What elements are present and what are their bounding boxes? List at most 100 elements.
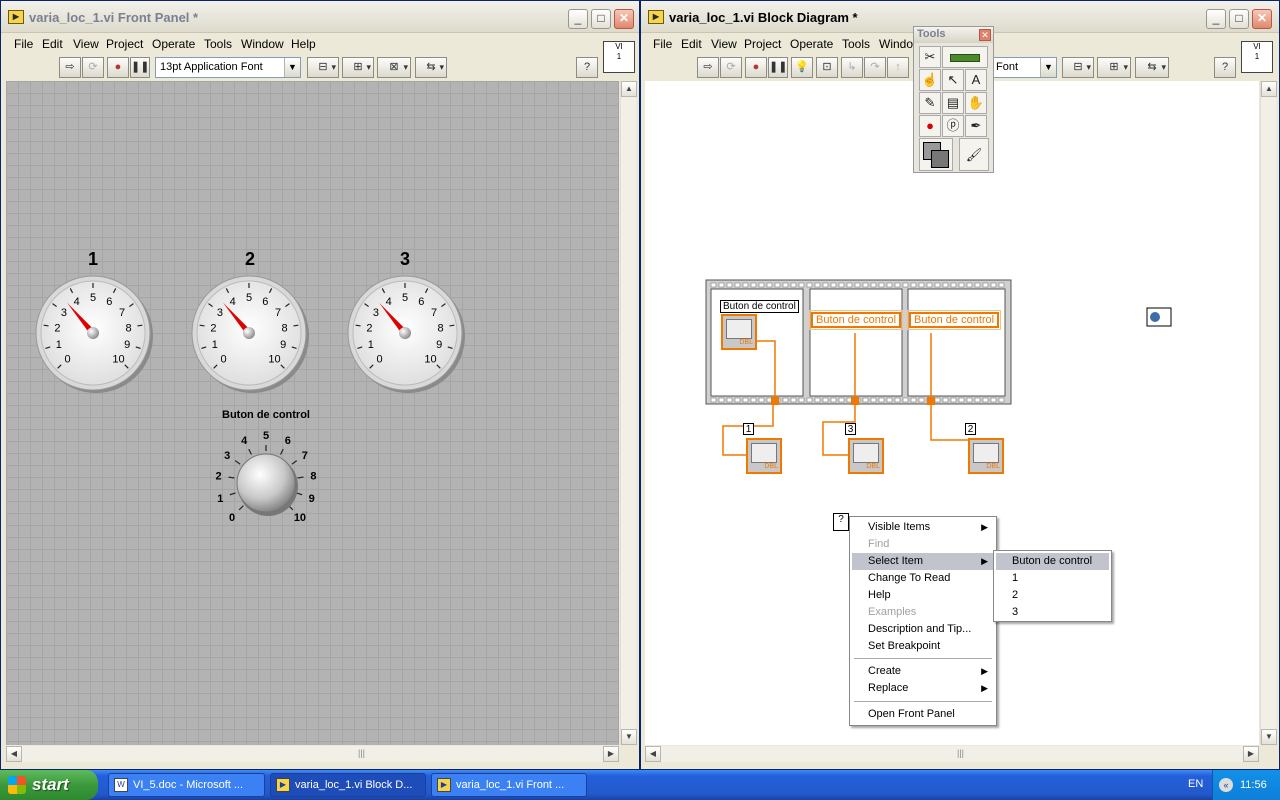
menu-operate[interactable]: Operate [152, 37, 195, 51]
retain-wire-values-icon[interactable]: ⊡ [816, 57, 838, 78]
menu-item-select-item[interactable]: Select Item ▶ [852, 553, 994, 570]
menu-item-help[interactable]: Help [852, 587, 994, 604]
submenu-item-1[interactable]: 1 [996, 570, 1109, 587]
minimize-button[interactable]: _ [1206, 9, 1226, 29]
reorder-icon[interactable]: ⇆ [415, 57, 447, 78]
menu-project[interactable]: Project [744, 37, 781, 51]
task-front-panel[interactable]: ▶ varia_loc_1.vi Front ... [431, 773, 587, 797]
gauge-2-terminal[interactable]: DBL [968, 438, 1004, 474]
scroll-left-icon[interactable]: ◀ [645, 746, 661, 762]
object-shortcut-menu-icon[interactable]: ▤ [942, 92, 964, 114]
scroll-down-icon[interactable]: ▼ [621, 729, 637, 745]
pause-icon[interactable]: ❚❚ [130, 57, 150, 78]
position-select-icon[interactable]: ↖ [942, 69, 964, 91]
connect-wire-icon[interactable]: ✎ [919, 92, 941, 114]
block-diagram-hscroll[interactable]: ◀ ||| ▶ [645, 746, 1259, 762]
scroll-left-icon[interactable]: ◀ [6, 746, 22, 762]
run-continuous-icon[interactable]: ⟳ [720, 57, 742, 78]
start-button[interactable]: start [0, 770, 98, 800]
menu-tools[interactable]: Tools [842, 37, 870, 51]
close-button[interactable]: ✕ [1252, 9, 1272, 29]
step-over-icon[interactable]: ↷ [864, 57, 886, 78]
gauge-3[interactable]: 01 234 5 678 910 [347, 275, 465, 393]
menu-view[interactable]: View [73, 37, 99, 51]
help-icon[interactable]: ? [1214, 57, 1236, 78]
tools-close-icon[interactable]: ✕ [979, 29, 991, 41]
auto-select-indicator-icon[interactable] [942, 46, 988, 68]
menu-project[interactable]: Project [106, 37, 143, 51]
menu-edit[interactable]: Edit [42, 37, 63, 51]
minimize-button[interactable]: _ [568, 9, 588, 29]
tray-app-icon[interactable]: « [1219, 778, 1233, 792]
distribute-objects-icon[interactable]: ⊞ [1097, 57, 1131, 78]
align-objects-icon[interactable]: ⊟ [307, 57, 339, 78]
gauge-3-terminal[interactable]: DBL [848, 438, 884, 474]
distribute-objects-icon[interactable]: ⊞ [342, 57, 374, 78]
scroll-right-icon[interactable]: ▶ [1243, 746, 1259, 762]
get-color-icon[interactable]: ✒ [965, 115, 987, 137]
color-swatch-icon[interactable] [919, 138, 953, 171]
menu-file[interactable]: File [653, 37, 672, 51]
menu-item-set-breakpoint[interactable]: Set Breakpoint [852, 638, 994, 655]
menu-item-create[interactable]: Create ▶ [852, 663, 994, 680]
unknown-node[interactable]: ? [833, 513, 849, 531]
run-continuous-icon[interactable]: ⟳ [82, 57, 104, 78]
maximize-button[interactable]: □ [591, 9, 611, 29]
menu-item-open-front-panel[interactable]: Open Front Panel [852, 706, 994, 723]
frame2-local-variable[interactable]: Buton de control [808, 310, 904, 330]
menu-help[interactable]: Help [291, 37, 316, 51]
probe-icon[interactable]: ⓟ [942, 115, 964, 137]
scroll-window-icon[interactable]: ✋ [965, 92, 987, 114]
help-icon[interactable]: ? [576, 57, 598, 78]
vi-connector-icon[interactable]: VI 1 [1241, 41, 1273, 73]
block-diagram-vscroll[interactable]: ▲ ▼ [1260, 81, 1277, 745]
scroll-up-icon[interactable]: ▲ [1261, 81, 1277, 97]
operate-value-icon[interactable]: ☝ [919, 69, 941, 91]
language-indicator[interactable]: EN [1188, 778, 1203, 790]
front-panel-hscroll[interactable]: ◀ ||| ▶ [6, 746, 619, 762]
task-block-diagram[interactable]: ▶ varia_loc_1.vi Block D... [270, 773, 426, 797]
menu-item-replace[interactable]: Replace ▶ [852, 680, 994, 697]
menu-window[interactable]: Window [241, 37, 284, 51]
pause-icon[interactable]: ❚❚ [768, 57, 788, 78]
gauge-1[interactable]: 01 234 5 678 910 [35, 275, 153, 393]
reorder-icon[interactable]: ⇆ [1135, 57, 1169, 78]
sequence-frame-2[interactable] [809, 288, 903, 397]
scroll-right-icon[interactable]: ▶ [603, 746, 619, 762]
step-into-icon[interactable]: ↳ [841, 57, 863, 78]
breakpoint-icon[interactable]: ● [919, 115, 941, 137]
menu-item-change-to-read[interactable]: Change To Read [852, 570, 994, 587]
vi-connector-icon[interactable]: VI 1 [603, 41, 635, 73]
sequence-frame-3[interactable] [907, 288, 1006, 397]
close-button[interactable]: ✕ [614, 9, 634, 29]
clock[interactable]: 11:56 [1240, 770, 1267, 800]
menu-item-description-and-tip[interactable]: Description and Tip... [852, 621, 994, 638]
scroll-down-icon[interactable]: ▼ [1261, 729, 1277, 745]
knob-control-terminal[interactable]: DBL [721, 314, 757, 350]
menu-file[interactable]: File [14, 37, 33, 51]
font-select[interactable]: Font ▼ [991, 57, 1057, 78]
menu-item-visible-items[interactable]: Visible Items ▶ [852, 519, 994, 536]
knob-control[interactable]: 01 234 5 678 910 [216, 430, 317, 524]
run-arrow-icon[interactable]: ⇨ [697, 57, 719, 78]
automatic-tool-icon[interactable]: ✂ [919, 46, 941, 68]
gauge-2[interactable]: 01 234 5 678 910 [191, 275, 309, 393]
step-out-icon[interactable]: ↑ [887, 57, 909, 78]
resize-objects-icon[interactable]: ⊠ [377, 57, 411, 78]
submenu-item-2[interactable]: 2 [996, 587, 1109, 604]
font-select[interactable]: 13pt Application Font ▼ [155, 57, 301, 78]
edit-text-icon[interactable]: A [965, 69, 987, 91]
set-color-icon[interactable]: 🖌 [959, 138, 989, 171]
frame3-local-variable[interactable]: Buton de control [906, 310, 1002, 330]
menu-operate[interactable]: Operate [790, 37, 833, 51]
submenu-item-buton-de-control[interactable]: Buton de control [996, 553, 1109, 570]
front-panel-titlebar[interactable]: ▶ varia_loc_1.vi Front Panel * _ □ ✕ [1, 1, 639, 33]
submenu-item-3[interactable]: 3 [996, 604, 1109, 621]
menu-edit[interactable]: Edit [681, 37, 702, 51]
menu-view[interactable]: View [711, 37, 737, 51]
align-objects-icon[interactable]: ⊟ [1062, 57, 1094, 78]
front-panel-vscroll[interactable]: ▲ ▼ [620, 81, 637, 745]
highlight-execution-icon[interactable]: 💡 [791, 57, 813, 78]
abort-icon[interactable]: ● [745, 57, 767, 78]
task-word-document[interactable]: W VI_5.doc - Microsoft ... [108, 773, 265, 797]
